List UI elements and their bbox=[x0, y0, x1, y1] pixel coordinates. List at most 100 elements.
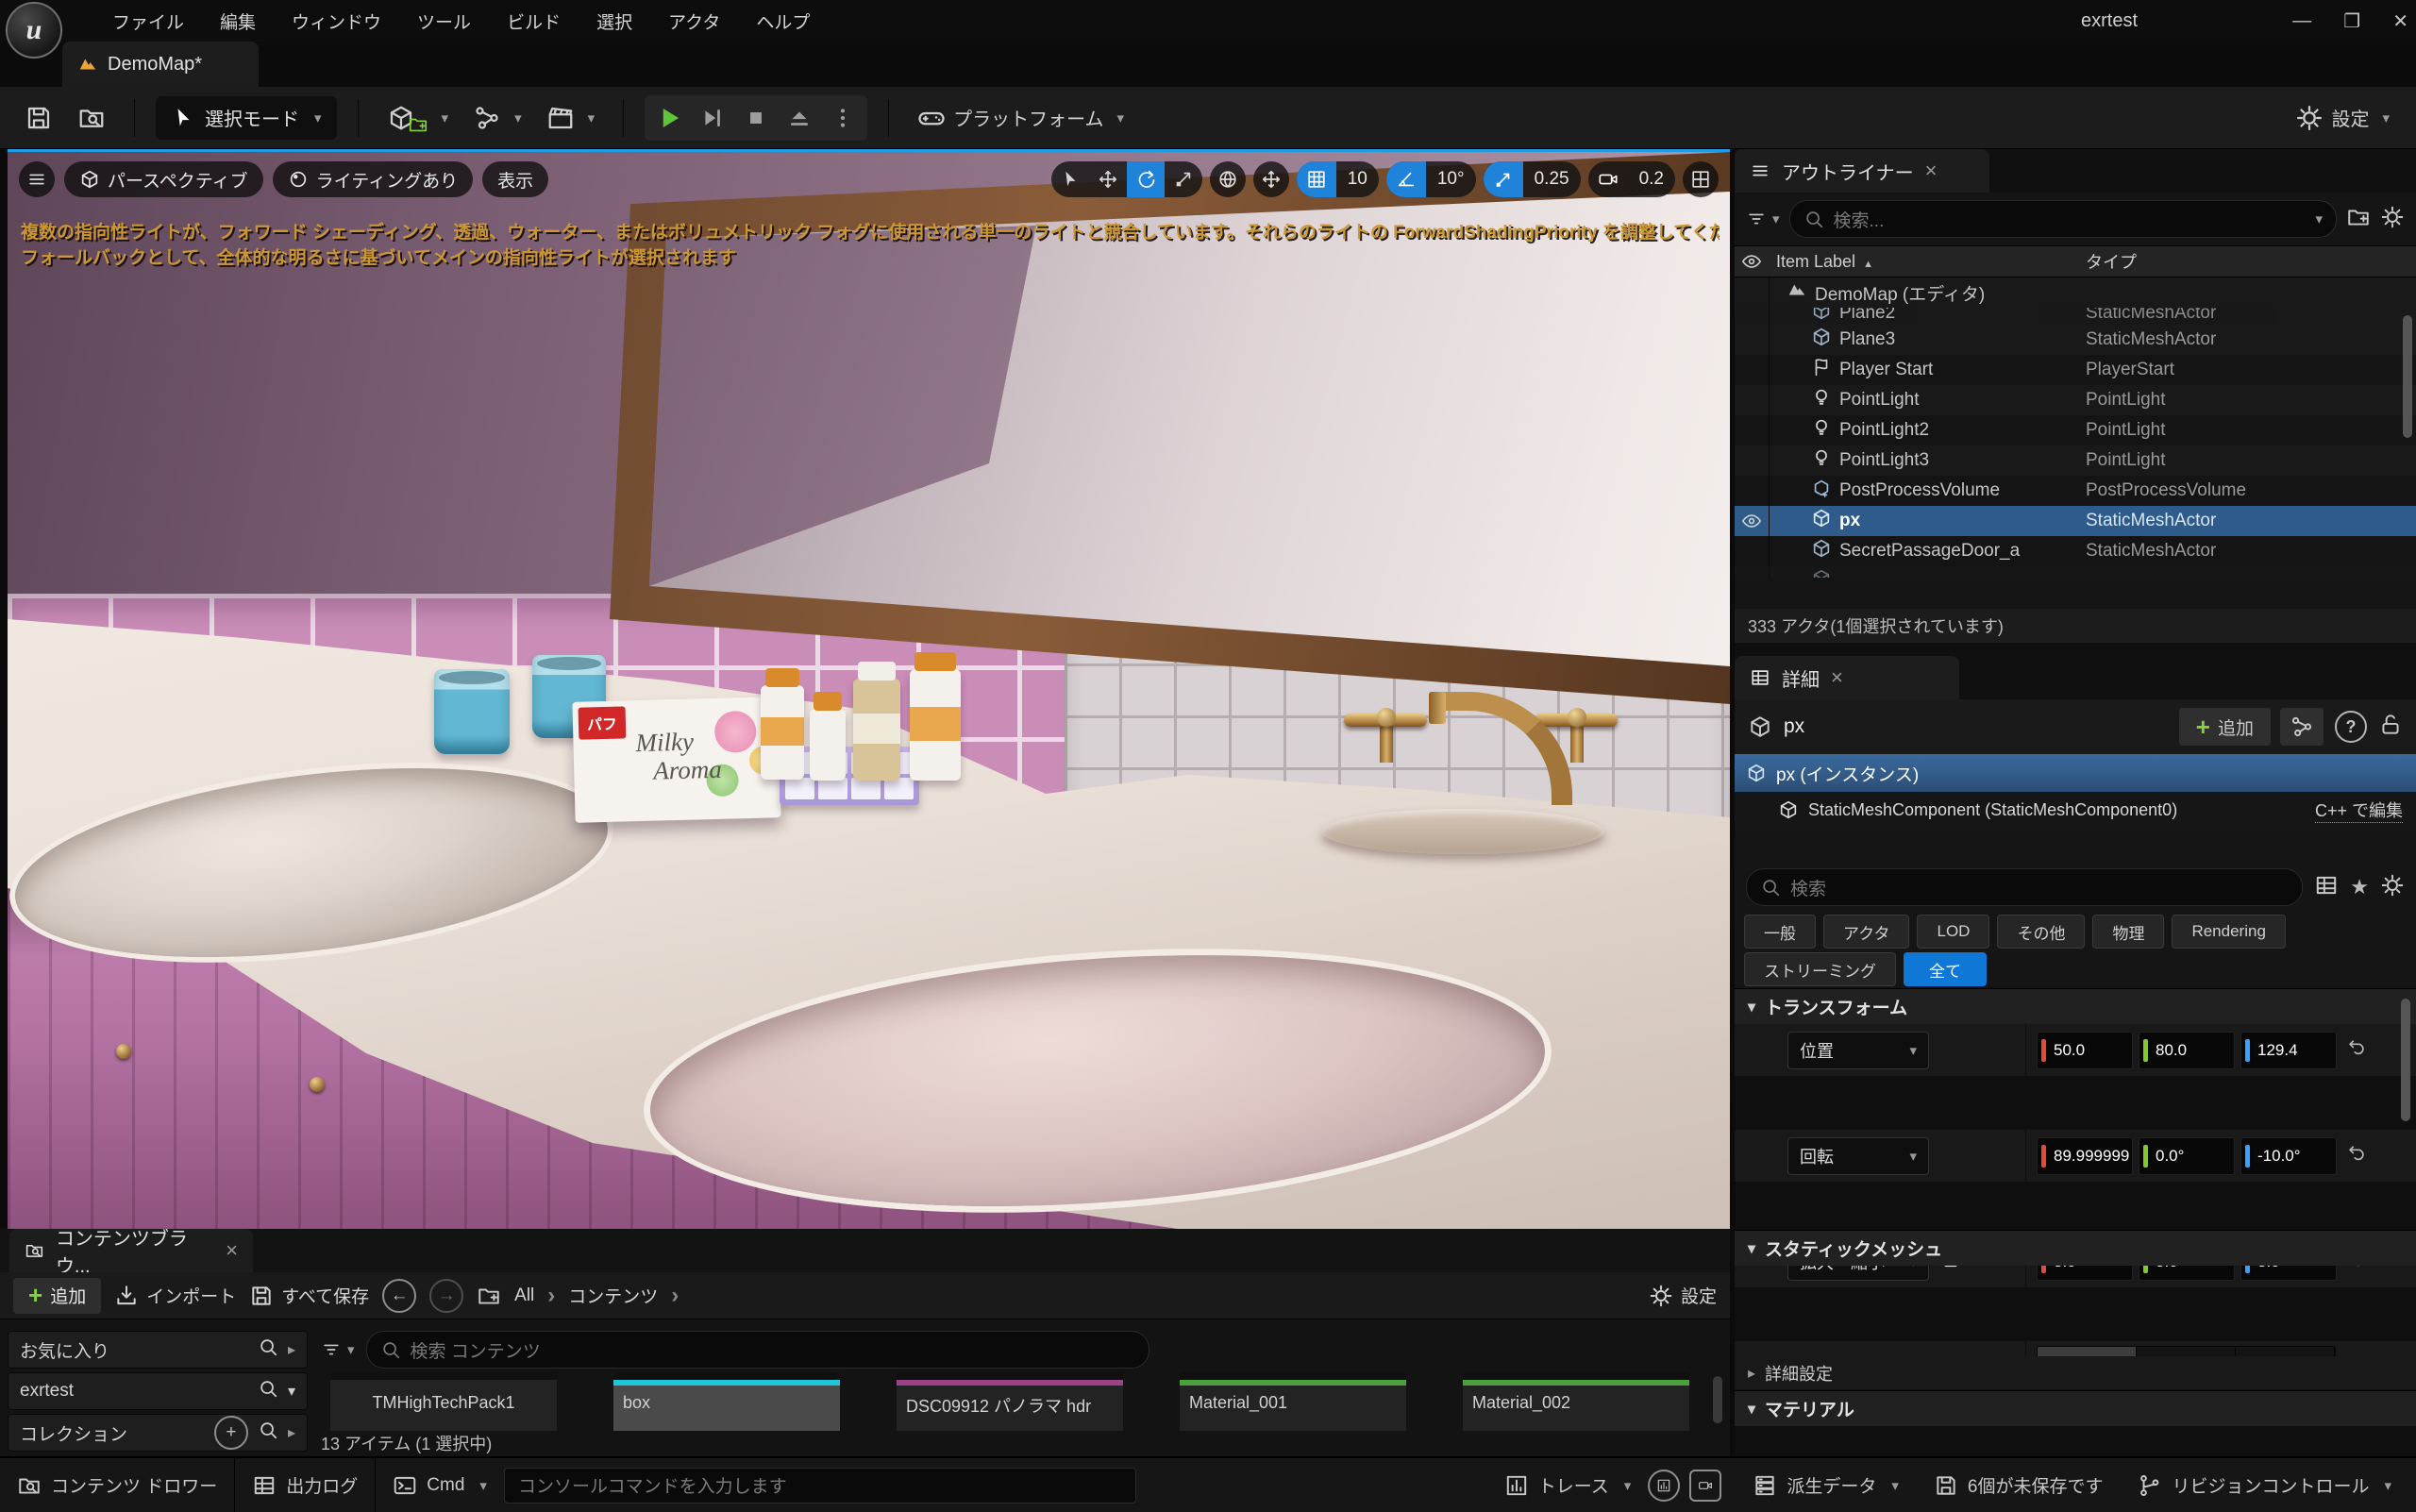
level-tab[interactable]: DemoMap* bbox=[62, 42, 259, 87]
column-item-label[interactable]: Item Label bbox=[1776, 252, 1873, 272]
cb-import-button[interactable]: インポート bbox=[114, 1283, 236, 1308]
scale-snap-control[interactable]: 0.25 bbox=[1484, 161, 1581, 197]
outliner-row[interactable]: PointLight PointLight bbox=[1735, 385, 2416, 415]
camera-speed-control[interactable]: 0.2 bbox=[1588, 161, 1675, 197]
menu-actor[interactable]: アクタ bbox=[650, 8, 738, 34]
outliner-filter-button[interactable] bbox=[1746, 209, 1780, 229]
outliner-row-selected[interactable]: px StaticMeshActor bbox=[1735, 506, 2416, 536]
menu-tools[interactable]: ツール bbox=[399, 8, 489, 34]
asset-tile[interactable]: Material_002 bbox=[1463, 1372, 1689, 1431]
menu-edit[interactable]: 編集 bbox=[202, 8, 274, 34]
chip-general[interactable]: 一般 bbox=[1744, 915, 1816, 949]
rotation-z-field[interactable]: -10.0° bbox=[2240, 1137, 2337, 1175]
breadcrumb-folder[interactable]: コンテンツ bbox=[568, 1283, 658, 1308]
add-actor-button[interactable] bbox=[379, 95, 457, 141]
cb-filter-button[interactable] bbox=[321, 1339, 355, 1360]
details-settings-button[interactable] bbox=[2380, 873, 2405, 902]
show-dropdown[interactable]: 表示 bbox=[482, 161, 548, 197]
settings-dropdown[interactable]: 設定 bbox=[2295, 104, 2399, 132]
derived-data-dropdown[interactable]: 派生データ bbox=[1736, 1472, 1916, 1498]
add-component-button[interactable]: +追加 bbox=[2179, 708, 2271, 746]
reset-location-button[interactable] bbox=[2346, 1037, 2367, 1063]
rotate-tool-button[interactable] bbox=[1127, 161, 1165, 197]
location-dropdown[interactable]: 位置 bbox=[1787, 1032, 1929, 1069]
unsaved-button[interactable]: 6個が未保存です bbox=[1917, 1472, 2121, 1498]
browse-content-button[interactable] bbox=[70, 98, 113, 138]
details-search-input[interactable]: 検索 bbox=[1746, 868, 2303, 906]
outliner-row-clipped[interactable]: Plane2 StaticMeshActor bbox=[1735, 308, 2416, 325]
rotation-y-field[interactable]: 0.0° bbox=[2139, 1137, 2235, 1175]
save-button[interactable] bbox=[17, 98, 60, 138]
outliner-row[interactable]: Player Start PlayerStart bbox=[1735, 355, 2416, 385]
content-drawer-button[interactable]: コンテンツ ドロワー bbox=[0, 1458, 234, 1512]
outliner-scrollbar[interactable] bbox=[2403, 315, 2412, 438]
view-mode-dropdown[interactable]: ライティングあり bbox=[273, 161, 473, 197]
transform-section-header[interactable]: トランスフォーム bbox=[1735, 988, 2416, 1024]
move-tool-button[interactable] bbox=[1089, 161, 1127, 197]
outliner-row[interactable]: PointLight3 PointLight bbox=[1735, 445, 2416, 476]
breadcrumb-root[interactable]: All bbox=[514, 1285, 534, 1306]
create-folder-button[interactable] bbox=[2346, 205, 2371, 234]
outliner-settings-button[interactable] bbox=[2380, 205, 2405, 234]
menu-help[interactable]: ヘルプ bbox=[738, 8, 828, 34]
select-tool-button[interactable] bbox=[1051, 161, 1089, 197]
quad-view-button[interactable] bbox=[1683, 161, 1719, 197]
details-tab[interactable]: 詳細 bbox=[1735, 656, 1959, 699]
asset-grid-scrollbar[interactable] bbox=[1713, 1376, 1722, 1423]
chip-streaming[interactable]: ストリーミング bbox=[1744, 952, 1896, 986]
cmd-dropdown[interactable]: Cmd bbox=[376, 1458, 504, 1512]
chip-all[interactable]: 全て bbox=[1904, 952, 1987, 986]
asset-tile[interactable]: DSC09912 パノラマ hdr bbox=[897, 1372, 1123, 1431]
minimize-button[interactable]: — bbox=[2292, 10, 2311, 32]
blueprints-button[interactable] bbox=[465, 98, 529, 138]
outliner-search-input[interactable]: 検索... bbox=[1789, 200, 2337, 238]
viewport-canvas[interactable]: パフ Milky Aroma 複数の指向性ライトが、フォワード シェーディング、… bbox=[8, 152, 1730, 1229]
advanced-section-row[interactable]: 詳細設定 bbox=[1735, 1356, 2416, 1390]
platforms-dropdown[interactable]: プラットフォーム bbox=[910, 98, 1132, 138]
select-mode-dropdown[interactable]: 選択モード bbox=[156, 96, 337, 140]
asset-tile-selected[interactable]: box bbox=[613, 1372, 840, 1431]
rotation-dropdown[interactable]: 回転 bbox=[1787, 1137, 1929, 1175]
chip-misc[interactable]: その他 bbox=[1997, 915, 2085, 949]
cb-forward-button[interactable]: → bbox=[429, 1279, 463, 1313]
surface-snap-button[interactable] bbox=[1253, 161, 1289, 197]
details-scrollbar[interactable] bbox=[2401, 999, 2410, 1121]
chip-lod[interactable]: LOD bbox=[1917, 915, 1989, 949]
favorites-filter-button[interactable] bbox=[2350, 875, 2369, 899]
unreal-logo[interactable]: u bbox=[6, 2, 62, 59]
insights-icon[interactable] bbox=[1648, 1470, 1680, 1502]
cb-save-all-button[interactable]: すべて保存 bbox=[249, 1283, 369, 1308]
cb-add-button[interactable]: + 追加 bbox=[13, 1278, 101, 1314]
content-browser-tab[interactable]: コンテンツブラウ... bbox=[9, 1229, 253, 1272]
revision-control-dropdown[interactable]: リビジョンコントロール bbox=[2121, 1472, 2416, 1498]
menu-file[interactable]: ファイル bbox=[94, 8, 202, 34]
edit-cpp-link[interactable]: C++ で編集 bbox=[2315, 798, 2403, 823]
component-child-row[interactable]: StaticMeshComponent (StaticMeshComponent… bbox=[1735, 792, 2416, 828]
menu-window[interactable]: ウィンドウ bbox=[274, 8, 399, 34]
world-space-button[interactable] bbox=[1210, 161, 1246, 197]
outliner-row[interactable]: PostProcessVolume PostProcessVolume bbox=[1735, 476, 2416, 506]
menu-select[interactable]: 選択 bbox=[579, 8, 650, 34]
menu-build[interactable]: ビルド bbox=[489, 8, 579, 34]
asset-tile[interactable]: Material_001 bbox=[1180, 1372, 1406, 1431]
eject-button[interactable] bbox=[779, 97, 820, 139]
location-y-field[interactable]: 80.0 bbox=[2139, 1032, 2235, 1069]
close-button[interactable]: ✕ bbox=[2392, 9, 2408, 33]
rotation-snap-control[interactable]: 10° bbox=[1386, 161, 1476, 197]
cb-back-button[interactable]: ← bbox=[382, 1279, 416, 1313]
snapshot-icon[interactable] bbox=[1689, 1470, 1721, 1502]
location-z-field[interactable]: 129.4 bbox=[2240, 1032, 2337, 1069]
cb-settings-button[interactable]: 設定 bbox=[1649, 1283, 1717, 1308]
favorites-section[interactable]: お気に入り bbox=[8, 1331, 308, 1369]
chip-rendering[interactable]: Rendering bbox=[2172, 915, 2285, 949]
grid-snap-control[interactable]: 10 bbox=[1297, 161, 1379, 197]
viewport-options-button[interactable] bbox=[19, 161, 55, 197]
outliner-row[interactable]: PointLight2 PointLight bbox=[1735, 415, 2416, 445]
outliner-row[interactable]: DemoMap (エディタ) bbox=[1735, 277, 2416, 308]
outliner-row[interactable]: Plane3 StaticMeshActor bbox=[1735, 325, 2416, 355]
rotation-x-field[interactable]: 89.999999 bbox=[2037, 1137, 2133, 1175]
play-button[interactable] bbox=[648, 97, 690, 139]
display-mode-button[interactable] bbox=[2314, 873, 2339, 902]
outliner-tab[interactable]: アウトライナー bbox=[1735, 149, 1989, 193]
search-icon[interactable] bbox=[258, 1336, 278, 1363]
